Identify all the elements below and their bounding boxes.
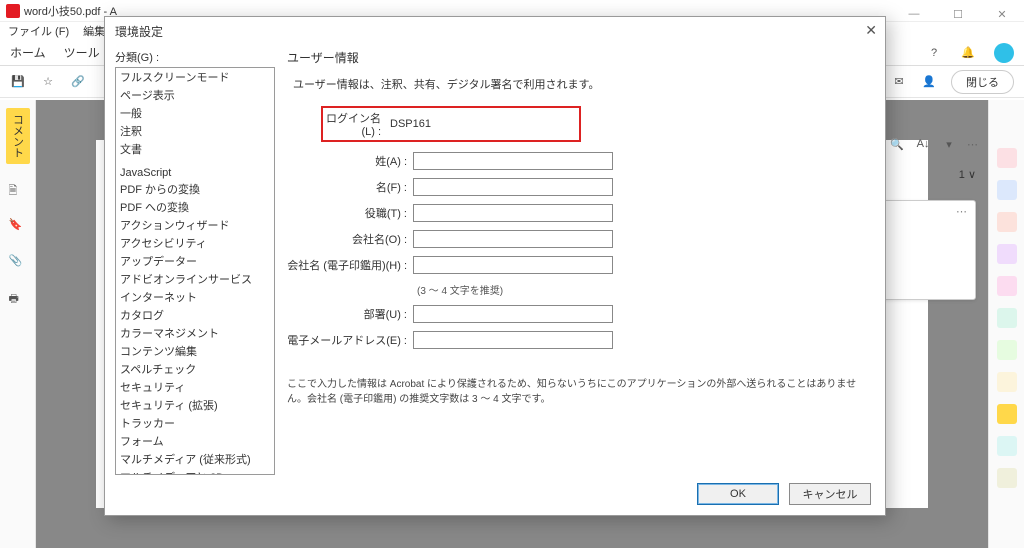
category-item[interactable]: アクセシビリティ bbox=[116, 234, 274, 252]
scan-icon[interactable]: 🖶 bbox=[9, 290, 27, 308]
tool-icon-3[interactable] bbox=[997, 212, 1017, 232]
cancel-button[interactable]: キャンセル bbox=[789, 483, 871, 505]
link-icon[interactable]: 🔗 bbox=[70, 74, 86, 90]
dept-label: 部署(U) : bbox=[287, 306, 407, 322]
category-item[interactable]: トラッカー bbox=[116, 414, 274, 432]
tool-icon-6[interactable] bbox=[997, 308, 1017, 328]
category-item[interactable]: 文書 bbox=[116, 140, 274, 158]
search-icon[interactable]: 🔍 bbox=[889, 136, 905, 152]
form-description: ユーザー情報は、注釈、共有、デジタル署名で利用されます。 bbox=[293, 76, 875, 92]
category-item[interactable]: アクションウィザード bbox=[116, 216, 274, 234]
seal-hint: (3 ～ 4 文字を推奨) bbox=[417, 282, 875, 297]
category-item[interactable]: ページ表示 bbox=[116, 86, 274, 104]
firstname-input[interactable] bbox=[413, 178, 613, 196]
category-item[interactable]: セキュリティ (拡張) bbox=[116, 396, 274, 414]
tab-home[interactable]: ホーム bbox=[10, 44, 46, 61]
category-item[interactable]: インターネット bbox=[116, 288, 274, 306]
company-label: 会社名(O) : bbox=[287, 231, 407, 247]
bell-icon[interactable]: 🔔 bbox=[960, 45, 976, 61]
category-item[interactable]: カタログ bbox=[116, 306, 274, 324]
tool-icon-11[interactable] bbox=[997, 468, 1017, 488]
category-item[interactable]: マルチメディアと 3D bbox=[116, 468, 274, 475]
window-title: word小技50.pdf - A bbox=[24, 3, 117, 19]
firstname-label: 名(F) : bbox=[287, 179, 407, 195]
sort-icon[interactable]: A↓ bbox=[915, 136, 931, 152]
page-dropdown[interactable]: 1 ∨ bbox=[959, 169, 976, 181]
tool-icon-10[interactable] bbox=[997, 436, 1017, 456]
mail-icon[interactable]: ✉ bbox=[891, 74, 907, 90]
category-item[interactable]: PDF への変換 bbox=[116, 198, 274, 216]
attachment-icon[interactable]: 📎 bbox=[9, 254, 27, 272]
lastname-input[interactable] bbox=[413, 152, 613, 170]
tool-icon-5[interactable] bbox=[997, 276, 1017, 296]
category-item[interactable]: 注釈 bbox=[116, 122, 274, 140]
dialog-close-icon[interactable]: ✕ bbox=[865, 22, 877, 39]
left-sidebar: コメント 🗎 🔖 📎 🖶 bbox=[0, 100, 36, 548]
tool-icon-8[interactable] bbox=[997, 372, 1017, 392]
login-row: ログイン名(L) : bbox=[321, 106, 581, 142]
category-item[interactable]: 一般 bbox=[116, 104, 274, 122]
lastname-label: 姓(A) : bbox=[287, 153, 407, 169]
section-title: ユーザー情報 bbox=[287, 49, 875, 66]
pdf-icon bbox=[6, 4, 20, 18]
category-item[interactable]: フルスクリーンモード bbox=[116, 68, 274, 86]
dept-input[interactable] bbox=[413, 305, 613, 323]
ok-button[interactable]: OK bbox=[697, 483, 779, 505]
category-item[interactable]: PDF からの変換 bbox=[116, 180, 274, 198]
company-input[interactable] bbox=[413, 230, 613, 248]
tool-icon-9[interactable] bbox=[997, 404, 1017, 424]
minimize-icon[interactable]: — bbox=[892, 0, 936, 28]
search-toolbar: 🔍 A↓ ▾ ⋯ bbox=[889, 136, 980, 152]
close-button[interactable]: 閉じる bbox=[951, 70, 1014, 94]
comment-tab[interactable]: コメント bbox=[6, 108, 30, 164]
person-icon[interactable]: 👤 bbox=[921, 74, 937, 90]
company-seal-input[interactable] bbox=[413, 256, 613, 274]
save-icon[interactable]: 💾 bbox=[10, 74, 26, 90]
category-item[interactable]: JavaScript bbox=[116, 166, 274, 180]
category-item[interactable]: コンテンツ編集 bbox=[116, 342, 274, 360]
category-item[interactable]: フォーム bbox=[116, 432, 274, 450]
category-item[interactable]: アドビオンラインサービス bbox=[116, 270, 274, 288]
avatar[interactable] bbox=[994, 43, 1014, 63]
category-item[interactable]: セキュリティ bbox=[116, 378, 274, 396]
category-item[interactable]: スペルチェック bbox=[116, 360, 274, 378]
more-icon[interactable]: ⋯ bbox=[967, 138, 980, 151]
footer-note: ここで入力した情報は Acrobat により保護されるため、知らないうちにこのア… bbox=[287, 377, 875, 407]
preferences-dialog: 環境設定 ✕ 分類(G) : フルスクリーンモードページ表示一般注釈文書 Java… bbox=[104, 16, 886, 516]
page-icon[interactable]: 🗎 bbox=[9, 182, 27, 200]
title-input[interactable] bbox=[413, 204, 613, 222]
category-item[interactable]: アップデーター bbox=[116, 252, 274, 270]
filter-icon[interactable]: ▾ bbox=[941, 136, 957, 152]
help-icon[interactable]: ? bbox=[926, 45, 942, 61]
maximize-icon[interactable]: ☐ bbox=[936, 0, 980, 28]
category-item[interactable]: マルチメディア (従来形式) bbox=[116, 450, 274, 468]
category-item[interactable]: カラーマネジメント bbox=[116, 324, 274, 342]
bookmark-icon[interactable]: 🔖 bbox=[9, 218, 27, 236]
tab-tools[interactable]: ツール bbox=[64, 44, 100, 61]
login-input[interactable] bbox=[387, 116, 577, 132]
star-icon[interactable]: ☆ bbox=[40, 74, 56, 90]
company-seal-label: 会社名 (電子印鑑用)(H) : bbox=[287, 257, 407, 273]
tool-icon-4[interactable] bbox=[997, 244, 1017, 264]
login-label: ログイン名(L) : bbox=[325, 110, 381, 138]
email-label: 電子メールアドレス(E) : bbox=[287, 332, 407, 348]
tool-icon-7[interactable] bbox=[997, 340, 1017, 360]
title-label: 役職(T) : bbox=[287, 205, 407, 221]
right-sidebar bbox=[988, 100, 1024, 548]
tool-icon-1[interactable] bbox=[997, 148, 1017, 168]
card-more-icon[interactable]: ⋯ bbox=[956, 205, 967, 218]
window-close-icon[interactable]: ✕ bbox=[980, 0, 1024, 28]
dialog-title: 環境設定 bbox=[105, 17, 885, 45]
menu-file[interactable]: ファイル (F) bbox=[8, 23, 69, 39]
category-list[interactable]: フルスクリーンモードページ表示一般注釈文書 JavaScriptPDF からの変換… bbox=[115, 67, 275, 475]
category-label: 分類(G) : bbox=[115, 49, 275, 65]
email-input[interactable] bbox=[413, 331, 613, 349]
tool-icon-2[interactable] bbox=[997, 180, 1017, 200]
